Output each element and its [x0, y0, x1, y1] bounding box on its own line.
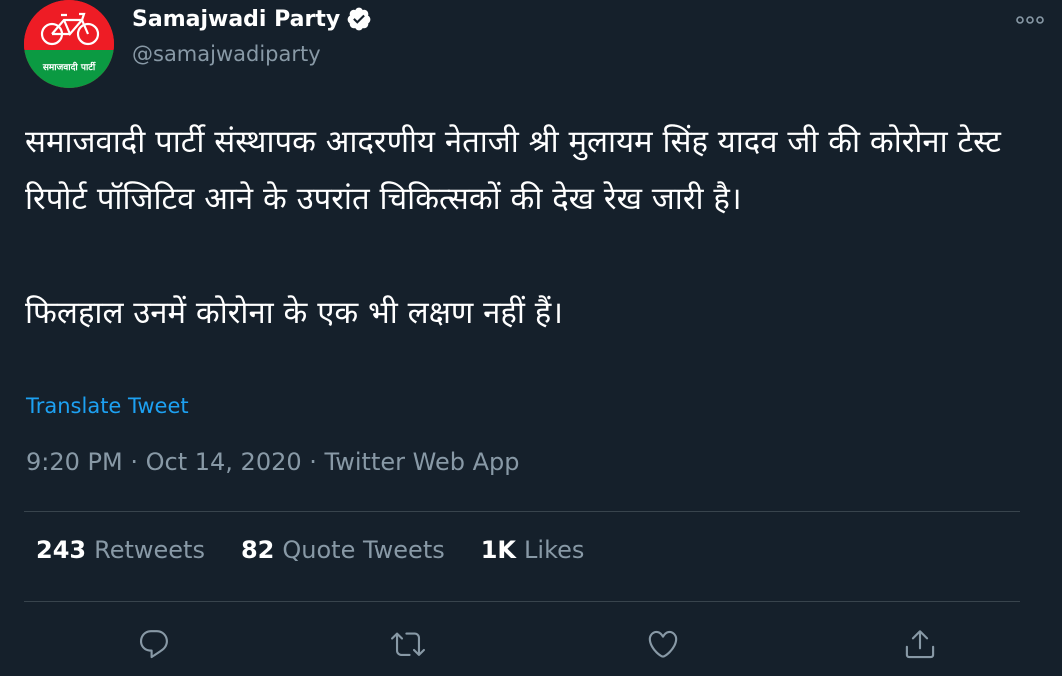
- name-row: Samajwadi Party: [132, 6, 372, 32]
- quote-tweets-count: 82: [240, 536, 275, 564]
- divider: [24, 601, 1020, 602]
- likes-stat[interactable]: 1K Likes: [481, 536, 585, 564]
- tweet-metadata: 9:20 PM · Oct 14, 2020 · Twitter Web App: [26, 448, 519, 476]
- display-name[interactable]: Samajwadi Party: [132, 7, 340, 32]
- retweets-label: Retweets: [94, 536, 205, 564]
- like-button[interactable]: [641, 622, 685, 666]
- heart-icon: [648, 630, 678, 658]
- tweet-text: समाजवादी पार्टी संस्थापक आदरणीय नेताजी श…: [25, 114, 1045, 342]
- likes-count: 1K: [480, 536, 517, 564]
- avatar-text: समाजवादी पार्टी: [42, 61, 96, 73]
- tweet-paragraph: फिलहाल उनमें कोरोना के एक भी लक्षण नहीं …: [25, 295, 563, 331]
- quote-tweets-stat[interactable]: 82 Quote Tweets: [241, 536, 445, 564]
- retweets-count: 243: [36, 536, 87, 564]
- share-icon: [905, 630, 935, 659]
- retweet-button[interactable]: [386, 622, 430, 666]
- tweet-paragraph: समाजवादी पार्टी संस्थापक आदरणीय नेताजी श…: [25, 124, 1001, 217]
- separator: ·: [309, 448, 317, 476]
- action-bar: [0, 622, 1062, 666]
- reply-button[interactable]: [132, 622, 176, 666]
- tweet-detail: समाजवादी पार्टी Samajwadi Party @samajwa…: [0, 0, 1062, 676]
- tweet-source[interactable]: Twitter Web App: [325, 448, 520, 476]
- handle[interactable]: @samajwadiparty: [132, 42, 321, 66]
- divider: [24, 511, 1020, 512]
- tweet-date[interactable]: Oct 14, 2020: [146, 448, 302, 476]
- quote-tweets-label: Quote Tweets: [282, 536, 445, 564]
- translate-tweet-link[interactable]: Translate Tweet: [26, 394, 189, 418]
- retweets-stat[interactable]: 243 Retweets: [36, 536, 205, 564]
- separator: ·: [130, 448, 138, 476]
- verified-badge-icon: [346, 6, 372, 32]
- samajwadi-party-logo-icon: समाजवादी पार्टी: [24, 0, 114, 88]
- retweet-icon: [391, 632, 425, 656]
- engagement-stats: 243 Retweets 82 Quote Tweets 1K Likes: [36, 536, 584, 564]
- avatar[interactable]: समाजवादी पार्टी: [24, 0, 114, 88]
- likes-label: Likes: [524, 536, 585, 564]
- reply-icon: [139, 630, 168, 659]
- tweet-time[interactable]: 9:20 PM: [26, 448, 123, 476]
- more-options-icon[interactable]: [1014, 8, 1046, 32]
- share-button[interactable]: [898, 622, 942, 666]
